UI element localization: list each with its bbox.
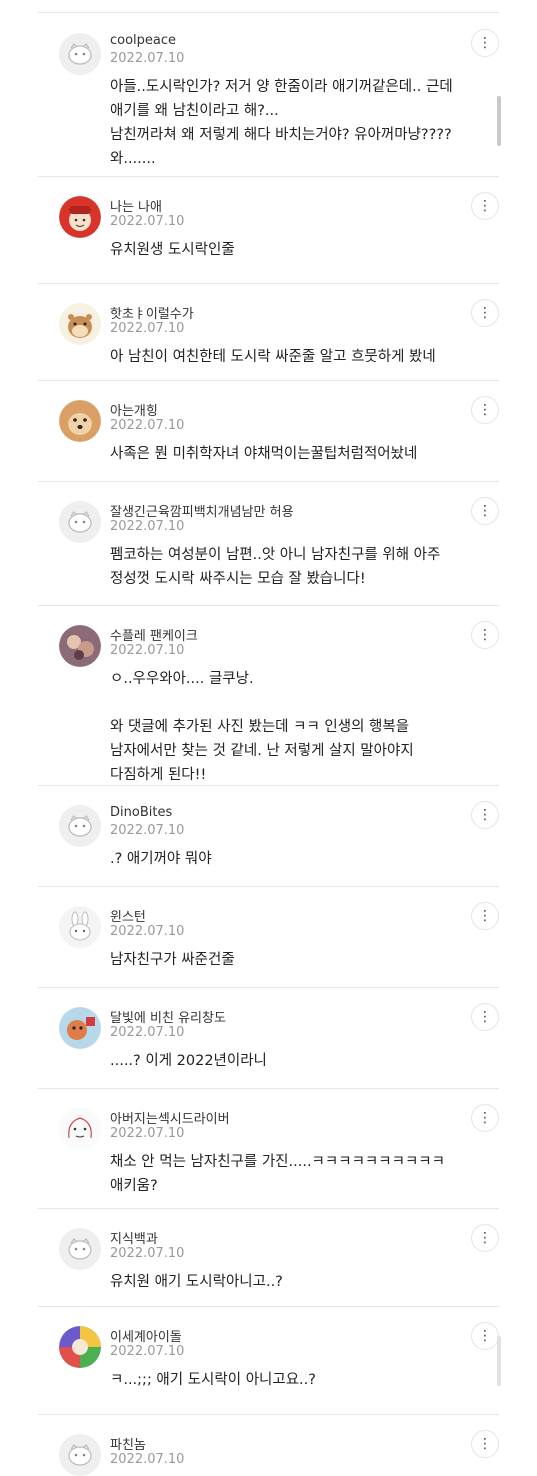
more-options-button[interactable]: ⋮ — [471, 902, 499, 930]
comment-text: 아 남친이 여친한테 도시락 싸준줄 알고 흐뭇하게 봤네 — [110, 349, 436, 365]
comment-item: 지식백과 2022.07.10 유치원 애기 도시락아니고..? ⋮ — [38, 1208, 499, 1307]
comment-text: 남자친구가 싸준건줄 — [110, 952, 235, 968]
red-hood-avatar-icon[interactable] — [59, 196, 101, 238]
more-options-button[interactable]: ⋮ — [471, 497, 499, 525]
sketch-face-avatar-icon[interactable] — [59, 1108, 101, 1150]
cartoon-avatar-icon[interactable] — [59, 1007, 101, 1049]
bunny-avatar-icon[interactable] — [59, 906, 101, 948]
more-options-button[interactable]: ⋮ — [471, 1430, 499, 1458]
comment-author[interactable]: 파친놈 — [110, 1434, 146, 1453]
more-options-button[interactable]: ⋮ — [471, 192, 499, 220]
comment-date: 2022.07.10 — [110, 924, 185, 939]
default-avatar-icon[interactable] — [59, 1434, 101, 1476]
more-options-button[interactable]: ⋮ — [471, 1003, 499, 1031]
comment-author[interactable]: 아버지는섹시드라이버 — [110, 1108, 230, 1127]
comment-text: 유치원 애기 도시락아니고..? — [110, 1274, 283, 1290]
comment-date: 2022.07.10 — [110, 321, 185, 336]
scrollbar-track-hint — [497, 1336, 501, 1386]
default-avatar-icon[interactable] — [59, 805, 101, 847]
comment-text: ㅋ...;;; 애기 도시락이 아니고요..? — [110, 1372, 316, 1388]
comment-date: 2022.07.10 — [110, 643, 185, 658]
more-options-button[interactable]: ⋮ — [471, 1322, 499, 1350]
comment-date: 2022.07.10 — [110, 1025, 185, 1040]
comment-text: .? 애기꺼야 뭐야 — [110, 851, 212, 867]
comment-list-page: coolpeace 2022.07.10 아들..도시락인가? 저거 양 한줌이… — [0, 0, 537, 1476]
comment-author[interactable]: 나는 나애 — [110, 196, 162, 215]
comment-author[interactable]: 윈스턴 — [110, 906, 146, 925]
hamster-avatar-icon[interactable] — [59, 303, 101, 345]
more-options-button[interactable]: ⋮ — [471, 299, 499, 327]
comment-item: DinoBites 2022.07.10 .? 애기꺼야 뭐야 ⋮ — [38, 785, 499, 887]
more-options-button[interactable]: ⋮ — [471, 621, 499, 649]
comment-author[interactable]: 지식백과 — [110, 1228, 158, 1247]
default-avatar-icon[interactable] — [59, 501, 101, 543]
default-avatar-icon[interactable] — [59, 1228, 101, 1270]
comment-item: 잘생긴근육깜피백치개념남만 허용 2022.07.10 펨코하는 여성분이 남편… — [38, 481, 499, 606]
comment-text: 사족은 뭔 미취학자녀 야채먹이는꿀팁처럼적어놨네 — [110, 446, 418, 462]
comment-item: 달빛에 비친 유리창도 2022.07.10 .....? 이게 2022년이라… — [38, 987, 499, 1089]
more-options-button[interactable]: ⋮ — [471, 1104, 499, 1132]
comment-item: 윈스턴 2022.07.10 남자친구가 싸준건줄 ⋮ — [38, 886, 499, 988]
comment-item: 파친놈 2022.07.10 ⋮ — [38, 1414, 499, 1476]
comment-text: 아들..도시락인가? 저거 양 한줌이라 애기꺼같은데.. 근데 애기를 왜 남… — [110, 79, 453, 167]
comment-item: 아버지는섹시드라이버 2022.07.10 채소 안 먹는 남자친구를 가진..… — [38, 1088, 499, 1209]
comment-text: 펨코하는 여성분이 남편..앗 아니 남자친구를 위해 아주 정성껏 도시락 싸… — [110, 547, 441, 587]
more-options-button[interactable]: ⋮ — [471, 1224, 499, 1252]
comment-item: coolpeace 2022.07.10 아들..도시락인가? 저거 양 한줌이… — [38, 13, 499, 177]
comment-text: 채소 안 먹는 남자친구를 가진.....ㅋㅋㅋㅋㅋㅋㅋㅋㅋㅋ 애키움? — [110, 1154, 445, 1194]
comment-author[interactable]: DinoBites — [110, 805, 172, 820]
colorful-avatar-icon[interactable] — [59, 1326, 101, 1368]
comment-item: 나는 나애 2022.07.10 유치원생 도시락인줄 ⋮ — [38, 176, 499, 284]
comment-date: 2022.07.10 — [110, 51, 185, 66]
comment-author[interactable]: coolpeace — [110, 33, 176, 48]
more-options-button[interactable]: ⋮ — [471, 29, 499, 57]
comment-text: ㅇ..우우와아.... 글쿠낭. 와 댓글에 추가된 사진 봤는데 ㅋㅋ 인생의… — [110, 671, 414, 783]
comment-item: 수플레 팬케이크 2022.07.10 ㅇ..우우와아.... 글쿠낭. 와 댓… — [38, 605, 499, 786]
comment-text: 유치원생 도시락인줄 — [110, 242, 235, 258]
comment-author[interactable]: 이세계아이돌 — [110, 1326, 182, 1345]
comment-date: 2022.07.10 — [110, 823, 185, 838]
comment-author[interactable]: 아는개힝 — [110, 400, 158, 419]
comment-author[interactable]: 잘생긴근육깜피백치개념남만 허용 — [110, 501, 294, 520]
comment-date: 2022.07.10 — [110, 519, 185, 534]
comment-date: 2022.07.10 — [110, 1344, 185, 1359]
more-options-button[interactable]: ⋮ — [471, 396, 499, 424]
comment-date: 2022.07.10 — [110, 1452, 185, 1467]
comment-author[interactable]: 수플레 팬케이크 — [110, 625, 198, 644]
comment-date: 2022.07.10 — [110, 214, 185, 229]
comment-date: 2022.07.10 — [110, 1126, 185, 1141]
comment-date: 2022.07.10 — [110, 418, 185, 433]
comment-author[interactable]: 달빛에 비친 유리창도 — [110, 1007, 226, 1026]
default-avatar-icon[interactable] — [59, 33, 101, 75]
comment-item: 아는개힝 2022.07.10 사족은 뭔 미취학자녀 야채먹이는꿀팁처럼적어놨… — [38, 380, 499, 482]
photo-avatar-icon[interactable] — [59, 625, 101, 667]
comment-item: 핫초ㅑ이럴수가 2022.07.10 아 남친이 여친한테 도시락 싸준줄 알고… — [38, 283, 499, 381]
scrollbar-thumb[interactable] — [497, 96, 501, 146]
comment-date: 2022.07.10 — [110, 1246, 185, 1261]
comment-author[interactable]: 핫초ㅑ이럴수가 — [110, 303, 194, 322]
comment-text: .....? 이게 2022년이라니 — [110, 1053, 267, 1069]
more-options-button[interactable]: ⋮ — [471, 801, 499, 829]
comment-item: 이세계아이돌 2022.07.10 ㅋ...;;; 애기 도시락이 아니고요..… — [38, 1306, 499, 1415]
dog-avatar-icon[interactable] — [59, 400, 101, 442]
